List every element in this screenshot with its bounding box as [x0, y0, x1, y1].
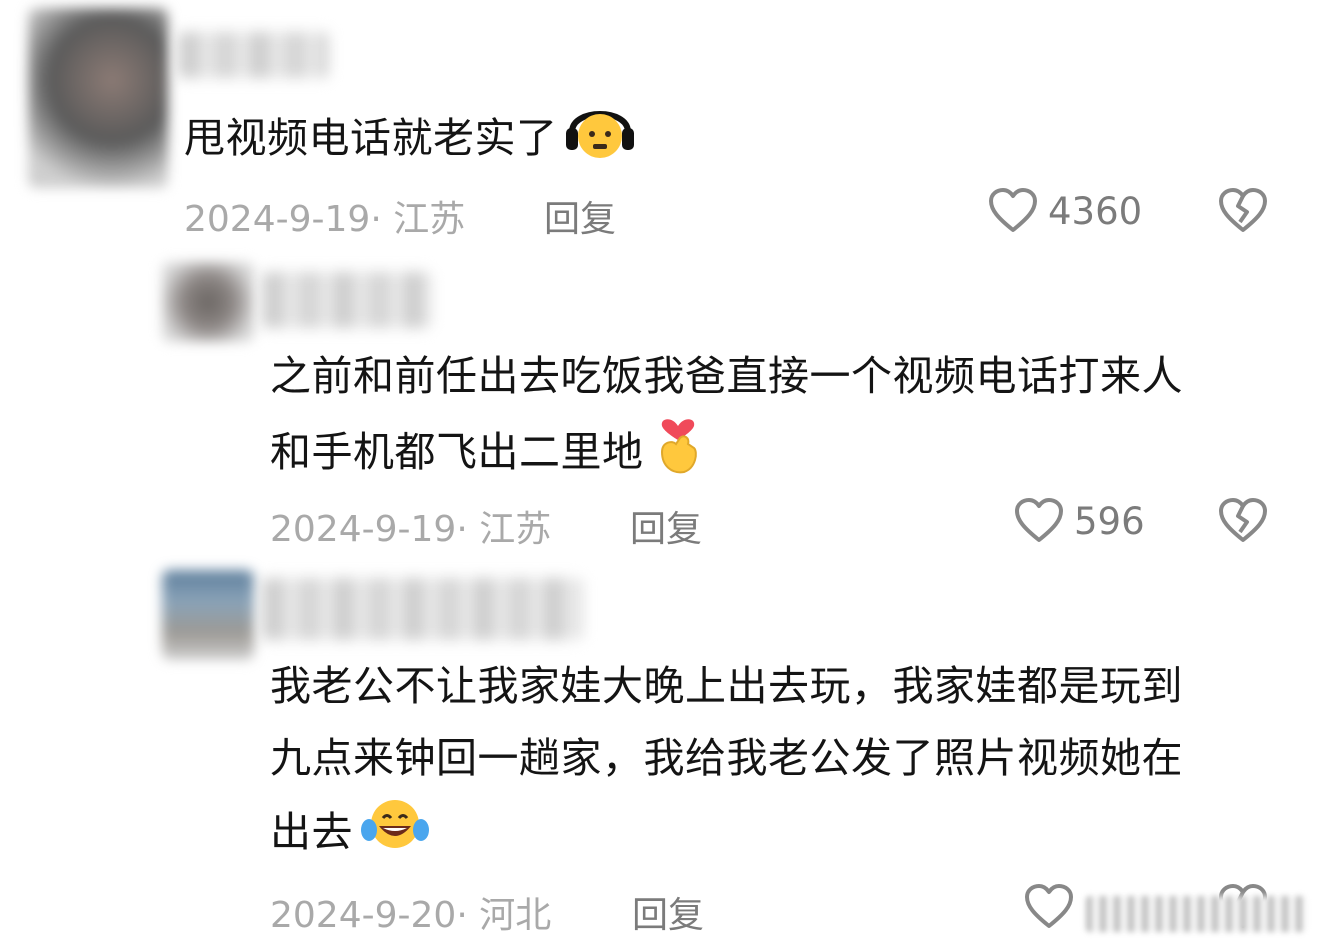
avatar[interactable] [162, 262, 254, 342]
meta-separator: · [370, 199, 394, 240]
comment-text: 甩视频电话就老实了 [184, 98, 636, 184]
worried-face-headphones-icon [564, 98, 636, 184]
heart-outline-icon[interactable] [988, 188, 1038, 238]
reply-button[interactable]: 回复 [544, 190, 616, 242]
heart-outline-icon[interactable] [1014, 498, 1064, 548]
broken-heart-icon[interactable] [1218, 188, 1268, 238]
meta-separator: · [456, 509, 480, 550]
comment-location: 江苏 [393, 199, 466, 240]
comment-date: 2024-9-19 [184, 199, 371, 240]
avatar[interactable] [162, 570, 254, 660]
username[interactable] [178, 32, 328, 78]
username[interactable] [262, 578, 582, 640]
comment-location: 江苏 [479, 509, 552, 550]
laughing-tears-icon [359, 794, 431, 876]
comment-date: 2024-9-19 [270, 509, 457, 550]
like-count: 4360 [1048, 190, 1143, 233]
meta-separator: · [456, 895, 480, 936]
comment-text: 我老公不让我家娃大晚上出去玩，我家娃都是玩到 九点来钟回一趟家，我给我老公发了照… [270, 650, 1183, 876]
comment-meta: 2024-9-20· 河北 [270, 886, 551, 938]
comment-meta: 2024-9-19· 江苏 [184, 190, 465, 242]
heart-outline-icon[interactable] [1024, 884, 1074, 934]
comment-date: 2024-9-20 [270, 895, 457, 936]
comment-meta: 2024-9-19· 江苏 [270, 500, 551, 552]
reply-button[interactable]: 回复 [632, 886, 704, 938]
finger-heart-icon [654, 412, 702, 498]
username[interactable] [262, 272, 432, 328]
avatar[interactable] [28, 8, 168, 188]
reply-button[interactable]: 回复 [630, 500, 702, 552]
watermark [1086, 896, 1306, 932]
comment-location: 河北 [479, 895, 552, 936]
comment-text: 之前和前任出去吃饭我爸直接一个视频电话打来人 和手机都飞出二里地 [270, 340, 1183, 498]
broken-heart-icon[interactable] [1218, 498, 1268, 548]
comment-thread: 甩视频电话就老实了 2024-9-19· 江苏 回复 4360 之前和前任出去吃… [0, 0, 1319, 948]
like-count: 596 [1074, 500, 1145, 543]
